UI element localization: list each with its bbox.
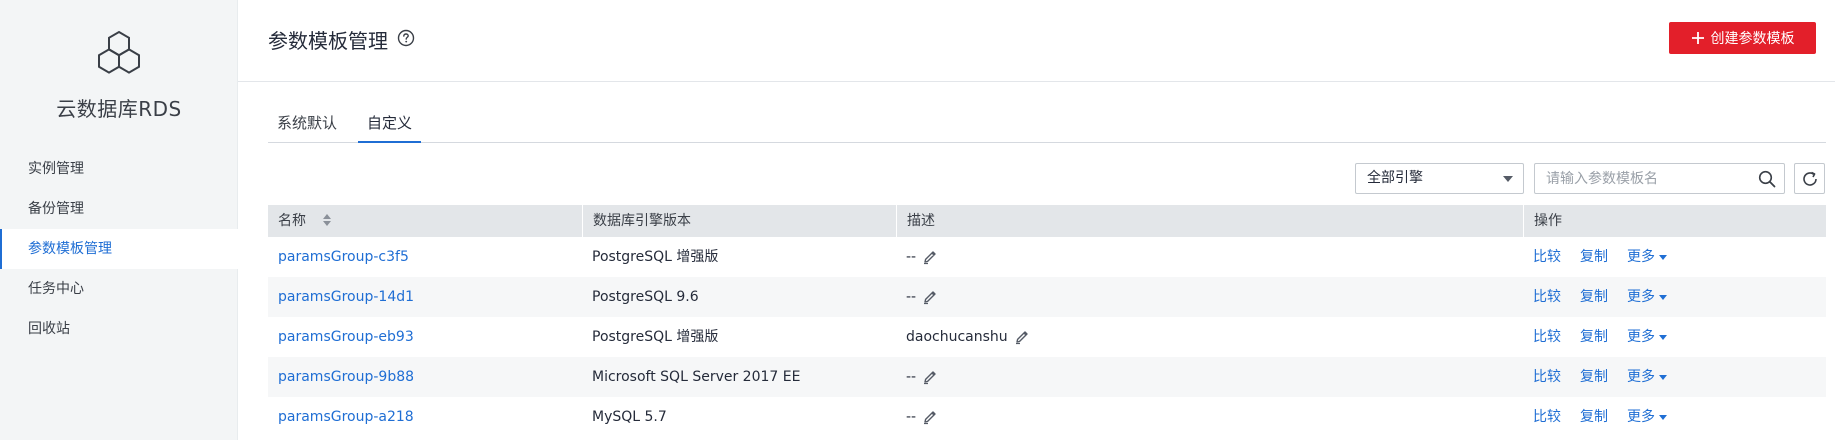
more-dropdown[interactable]: 更多	[1627, 317, 1667, 357]
engine-filter-value: 全部引擎	[1367, 170, 1423, 186]
description-text: --	[906, 409, 917, 425]
template-name-link[interactable]: paramsGroup-14d1	[278, 277, 414, 317]
template-name-link[interactable]: paramsGroup-eb93	[278, 317, 414, 357]
table-row: paramsGroup-eb93 PostgreSQL 增强版 daochuca…	[268, 317, 1826, 357]
sidebar-item-backups[interactable]: 备份管理	[0, 189, 238, 229]
more-dropdown[interactable]: 更多	[1627, 357, 1667, 397]
app-root: 云数据库RDS 实例管理 备份管理 参数模板管理 任务中心 回收站 参数模板管理…	[0, 0, 1835, 440]
page-header: 参数模板管理 创建参数模板	[238, 0, 1835, 82]
more-label: 更多	[1627, 249, 1655, 265]
sidebar-item-instances[interactable]: 实例管理	[0, 149, 238, 189]
compare-link[interactable]: 比较	[1533, 397, 1561, 437]
column-header-label: 名称	[278, 213, 306, 229]
create-template-button[interactable]: 创建参数模板	[1669, 22, 1816, 54]
more-label: 更多	[1627, 369, 1655, 385]
tab-custom[interactable]: 自定义	[358, 112, 422, 143]
description-text: --	[906, 249, 917, 265]
description-text: --	[906, 369, 917, 385]
edit-pencil-icon[interactable]	[922, 289, 938, 305]
copy-link[interactable]: 复制	[1580, 317, 1608, 357]
copy-link[interactable]: 复制	[1580, 357, 1608, 397]
template-name-link[interactable]: paramsGroup-a218	[278, 397, 414, 437]
compare-link[interactable]: 比较	[1533, 357, 1561, 397]
sidebar-item-parameter-templates[interactable]: 参数模板管理	[0, 229, 238, 269]
description-text: --	[906, 289, 917, 305]
engine-version: PostgreSQL 9.6	[592, 289, 699, 305]
copy-link[interactable]: 复制	[1580, 237, 1608, 277]
sort-icon[interactable]	[322, 213, 332, 227]
copy-link[interactable]: 复制	[1580, 277, 1608, 317]
plus-icon	[1691, 32, 1704, 44]
search-input[interactable]	[1535, 164, 1755, 193]
caret-down-icon	[1659, 254, 1667, 260]
column-header-description: 描述	[896, 205, 1523, 237]
sidebar-item-recycle-bin[interactable]: 回收站	[0, 309, 238, 349]
sidebar-item-task-center[interactable]: 任务中心	[0, 269, 238, 309]
more-dropdown[interactable]: 更多	[1627, 277, 1667, 317]
engine-version: PostgreSQL 增强版	[592, 329, 719, 345]
chevron-down-icon	[1503, 176, 1513, 182]
more-dropdown[interactable]: 更多	[1627, 397, 1667, 437]
engine-version: MySQL 5.7	[592, 409, 667, 425]
more-label: 更多	[1627, 289, 1655, 305]
edit-pencil-icon[interactable]	[922, 369, 938, 385]
templates-table: 名称 数据库引擎版本 描述 操作 paramsGroup-c3f5 Postgr…	[268, 205, 1826, 437]
more-label: 更多	[1627, 329, 1655, 345]
engine-filter-select[interactable]: 全部引擎	[1355, 163, 1524, 194]
help-icon[interactable]	[397, 29, 415, 47]
search-box	[1534, 163, 1785, 194]
tab-system-default[interactable]: 系统默认	[268, 112, 346, 142]
compare-link[interactable]: 比较	[1533, 277, 1561, 317]
compare-link[interactable]: 比较	[1533, 317, 1561, 357]
engine-version: Microsoft SQL Server 2017 EE	[592, 369, 801, 385]
create-template-label: 创建参数模板	[1710, 30, 1795, 46]
template-name-link[interactable]: paramsGroup-c3f5	[278, 237, 409, 277]
column-header-engine: 数据库引擎版本	[582, 205, 896, 237]
compare-link[interactable]: 比较	[1533, 237, 1561, 277]
description-text: daochucanshu	[906, 329, 1008, 345]
copy-link[interactable]: 复制	[1580, 397, 1608, 437]
table-row: paramsGroup-14d1 PostgreSQL 9.6 -- 比较 复制…	[268, 277, 1826, 317]
refresh-icon	[1803, 171, 1817, 186]
caret-down-icon	[1659, 294, 1667, 300]
template-tabs: 系统默认 自定义	[268, 112, 1826, 143]
brand-name: 云数据库RDS	[56, 97, 182, 121]
caret-down-icon	[1659, 334, 1667, 340]
table-header: 名称 数据库引擎版本 描述 操作	[268, 205, 1826, 237]
more-label: 更多	[1627, 409, 1655, 425]
column-header-actions: 操作	[1523, 205, 1826, 237]
table-row: paramsGroup-c3f5 PostgreSQL 增强版 -- 比较 复制…	[268, 237, 1826, 277]
search-icon[interactable]	[1758, 170, 1776, 188]
brand: 云数据库RDS	[0, 30, 238, 122]
edit-pencil-icon[interactable]	[922, 249, 938, 265]
template-name-link[interactable]: paramsGroup-9b88	[278, 357, 414, 397]
engine-version: PostgreSQL 增强版	[592, 249, 719, 265]
column-header-name: 名称	[268, 205, 582, 237]
caret-down-icon	[1659, 414, 1667, 420]
sidebar-nav: 实例管理 备份管理 参数模板管理 任务中心 回收站	[0, 149, 238, 349]
page-title: 参数模板管理	[268, 29, 388, 53]
rds-logo-icon	[98, 30, 140, 74]
edit-pencil-icon[interactable]	[922, 409, 938, 425]
refresh-button[interactable]	[1794, 163, 1825, 194]
table-row: paramsGroup-9b88 Microsoft SQL Server 20…	[268, 357, 1826, 397]
edit-pencil-icon[interactable]	[1014, 329, 1030, 345]
more-dropdown[interactable]: 更多	[1627, 237, 1667, 277]
caret-down-icon	[1659, 374, 1667, 380]
table-row: paramsGroup-a218 MySQL 5.7 -- 比较 复制 更多	[268, 397, 1826, 437]
sidebar: 云数据库RDS 实例管理 备份管理 参数模板管理 任务中心 回收站	[0, 0, 238, 440]
